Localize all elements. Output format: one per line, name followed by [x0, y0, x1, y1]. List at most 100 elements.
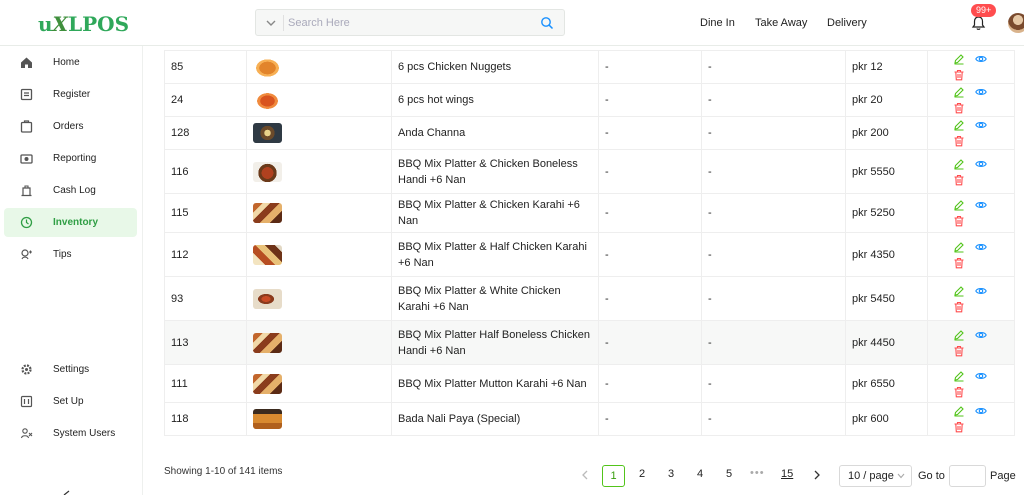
table-row[interactable]: 112 BBQ Mix Platter & Half Chicken Karahi… — [164, 232, 1015, 277]
table-row[interactable]: 115 BBQ Mix Platter & Chicken Karahi +6 N… — [164, 193, 1015, 233]
table-row[interactable]: 24 6 pcs hot wings - - pkr 20 — [164, 83, 1015, 117]
cell-price: pkr 20 — [845, 83, 928, 117]
sidebar-item-cash-log[interactable]: Cash Log — [4, 176, 137, 205]
view-icon[interactable] — [975, 405, 987, 417]
edit-icon[interactable] — [953, 119, 965, 131]
cell-id: 111 — [164, 364, 247, 403]
cell-name: 6 pcs Chicken Nuggets — [391, 50, 599, 84]
delete-icon[interactable] — [953, 345, 965, 357]
view-icon[interactable] — [975, 119, 987, 131]
table-row[interactable]: 93 BBQ Mix Platter & White Chicken Karahi… — [164, 276, 1015, 321]
cell-price: pkr 4450 — [845, 320, 928, 365]
cell-name: 6 pcs hot wings — [391, 83, 599, 117]
users-icon — [20, 428, 33, 439]
cell-col3: - — [598, 276, 702, 321]
edit-icon[interactable] — [953, 370, 965, 382]
cell-actions — [927, 193, 1015, 233]
cell-col3: - — [598, 50, 702, 84]
search-icon[interactable] — [540, 16, 554, 30]
sidebar-item-set-up[interactable]: Set Up — [4, 387, 137, 416]
edit-icon[interactable] — [953, 158, 965, 170]
view-icon[interactable] — [975, 199, 987, 211]
view-icon[interactable] — [975, 370, 987, 382]
edit-icon[interactable] — [953, 405, 965, 417]
sidebar-item-settings[interactable]: Settings — [4, 355, 137, 384]
delete-icon[interactable] — [953, 421, 965, 433]
table-row[interactable]: 118 Bada Nali Paya (Special) - - pkr 600 — [164, 402, 1015, 436]
setup-icon — [20, 395, 33, 408]
sidebar-item-register[interactable]: Register — [4, 80, 137, 109]
cell-image — [246, 402, 392, 436]
cell-actions — [927, 232, 1015, 277]
edit-icon[interactable] — [953, 86, 965, 98]
page-size-select[interactable]: 10 / page — [839, 465, 912, 487]
page-5-button[interactable]: 5 — [726, 468, 732, 480]
table-row[interactable]: 116 BBQ Mix Platter & Chicken Boneless Ha… — [164, 149, 1015, 194]
view-icon[interactable] — [975, 86, 987, 98]
cell-image — [246, 364, 392, 403]
view-icon[interactable] — [975, 285, 987, 297]
avatar[interactable] — [1008, 13, 1024, 33]
sidebar-item-orders[interactable]: Orders — [4, 112, 137, 141]
table-row[interactable]: 85 6 pcs Chicken Nuggets - - pkr 12 — [164, 50, 1015, 84]
cell-image — [246, 232, 392, 277]
view-icon[interactable] — [975, 329, 987, 341]
delete-icon[interactable] — [953, 135, 965, 147]
page-15-button[interactable]: 15 — [781, 468, 793, 480]
edit-icon[interactable] — [953, 53, 965, 65]
cell-col4: - — [701, 402, 846, 436]
search-input[interactable] — [288, 13, 528, 33]
view-icon[interactable] — [975, 53, 987, 65]
cell-id: 118 — [164, 402, 247, 436]
page-4-button[interactable]: 4 — [697, 468, 703, 480]
pagination-ellipsis[interactable]: ••• — [750, 467, 765, 479]
table-row[interactable]: 113 BBQ Mix Platter Half Boneless Chicken… — [164, 320, 1015, 365]
search-box[interactable] — [255, 9, 565, 36]
prev-page-icon[interactable] — [580, 469, 590, 481]
edit-icon[interactable] — [953, 199, 965, 211]
product-thumbnail — [253, 123, 282, 143]
chevron-down-icon[interactable] — [264, 16, 278, 30]
home-icon — [21, 57, 32, 68]
sidebar-item-inventory[interactable]: Inventory — [4, 208, 137, 237]
cell-name: Anda Channa — [391, 116, 599, 150]
delete-icon[interactable] — [953, 257, 965, 269]
delete-icon[interactable] — [953, 386, 965, 398]
delete-icon[interactable] — [953, 215, 965, 227]
table-row[interactable]: 128 Anda Channa - - pkr 200 — [164, 116, 1015, 150]
delete-icon[interactable] — [953, 174, 965, 186]
sidebar-item-home[interactable]: Home — [4, 48, 137, 77]
cell-col4: - — [701, 149, 846, 194]
goto-page-input[interactable] — [949, 465, 986, 487]
cell-id: 113 — [164, 320, 247, 365]
delete-icon[interactable] — [953, 69, 965, 81]
product-thumbnail — [253, 161, 282, 182]
table-row[interactable]: 111 BBQ Mix Platter Mutton Karahi +6 Nan -… — [164, 364, 1015, 403]
sidebar-item-label: Set Up — [53, 396, 84, 407]
collapse-arrow-icon[interactable] — [62, 490, 76, 495]
logo[interactable]: uXLPOS — [38, 12, 129, 36]
sidebar-item-system-users[interactable]: System Users — [4, 419, 137, 448]
next-page-icon[interactable] — [812, 469, 822, 481]
nav-dine-in[interactable]: Dine In — [700, 17, 735, 29]
page-3-button[interactable]: 3 — [668, 468, 674, 480]
edit-icon[interactable] — [953, 329, 965, 341]
cell-name: BBQ Mix Platter & White Chicken Karahi +… — [391, 276, 599, 321]
sidebar-item-label: Orders — [53, 121, 84, 132]
cell-col4: - — [701, 50, 846, 84]
sidebar-item-tips[interactable]: Tips — [4, 240, 137, 269]
delete-icon[interactable] — [953, 102, 965, 114]
nav-delivery[interactable]: Delivery — [827, 17, 867, 29]
page-2-button[interactable]: 2 — [639, 468, 645, 480]
bell-icon[interactable] — [971, 15, 986, 31]
sidebar-item-reporting[interactable]: Reporting — [4, 144, 137, 173]
nav-take-away[interactable]: Take Away — [755, 17, 807, 29]
cell-col4: - — [701, 116, 846, 150]
view-icon[interactable] — [975, 158, 987, 170]
page-1-button[interactable]: 1 — [602, 465, 625, 487]
edit-icon[interactable] — [953, 241, 965, 253]
cell-actions — [927, 83, 1015, 117]
view-icon[interactable] — [975, 241, 987, 253]
edit-icon[interactable] — [953, 285, 965, 297]
delete-icon[interactable] — [953, 301, 965, 313]
